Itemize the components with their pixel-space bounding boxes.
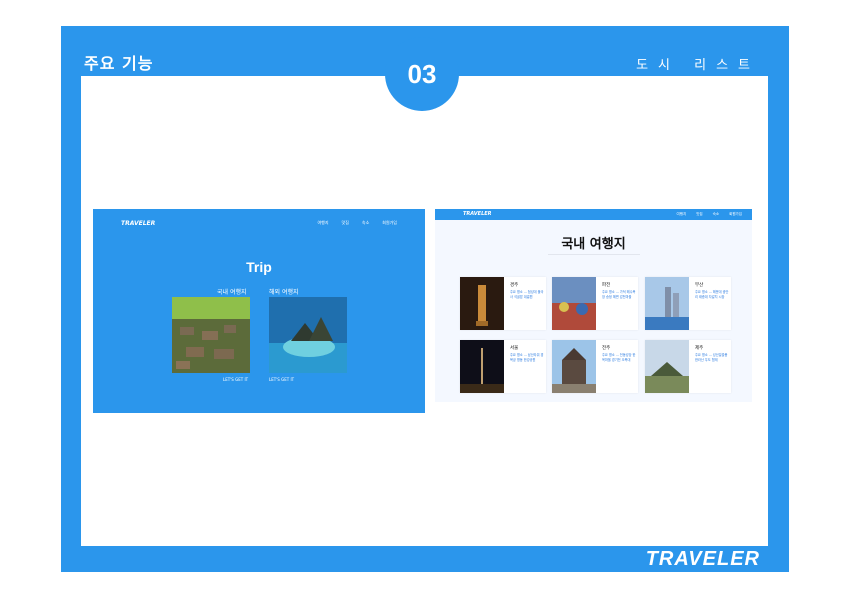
city-photo: [460, 340, 504, 393]
city-photo: [460, 277, 504, 330]
city-name: 서울: [510, 346, 519, 351]
left-title: Trip: [246, 259, 272, 275]
city-card[interactable]: 전주 주요 명소 ... 전동성당 한옥마을 경기전 오목대: [552, 340, 638, 393]
right-logo: TRAVELER: [463, 211, 492, 217]
right-screenshot: TRAVELER 여행지 맛집 숙소 회원가입 국내 여행지 경주 주요 명소 …: [435, 209, 752, 402]
village-photo[interactable]: [172, 297, 250, 373]
city-desc: 주요 명소 ... 성산일출봉 한라산 우도 협재: [695, 353, 728, 362]
left-card-link[interactable]: LET'S GET IT: [223, 377, 248, 382]
city-desc: 주요 명소 ... 남산타워 경복궁 명동 한강공원: [510, 353, 544, 362]
left-nav: 여행지 맛집 숙소 회원가입: [317, 220, 397, 226]
city-name: 부산: [695, 283, 704, 288]
city-name: 파전: [602, 283, 611, 288]
city-name: 전주: [602, 346, 611, 351]
city-name: 제주: [695, 346, 704, 351]
city-name: 경주: [510, 283, 519, 288]
slide-subtitle: 도시 리스트: [636, 58, 760, 73]
city-desc: 주요 명소 ... 해운대 광안리 태종대 자갈치 시장: [695, 290, 729, 299]
left-nav-item[interactable]: 숙소: [362, 220, 369, 226]
city-photo: [552, 277, 596, 330]
left-nav-item[interactable]: 맛집: [342, 220, 349, 226]
section-title: 주요 기능: [84, 54, 154, 73]
city-desc: 주요 명소 ... 첨성대 불국사 석굴암 대릉원: [510, 290, 544, 299]
city-photo: [552, 340, 596, 393]
right-title: 국내 여행지: [561, 237, 626, 252]
brand-logo: TRAVELER: [645, 548, 760, 570]
city-photo: [645, 277, 689, 330]
right-nav-item[interactable]: 맛집: [696, 212, 702, 217]
right-nav-item[interactable]: 숙소: [713, 212, 719, 217]
city-card[interactable]: 서울 주요 명소 ... 남산타워 경복궁 명동 한강공원: [460, 340, 546, 393]
city-desc: 주요 명소 ... 전동성당 한옥마을 경기전 오목대: [602, 353, 636, 362]
left-card-link[interactable]: LET'S GET IT: [269, 377, 294, 382]
city-photo: [645, 340, 689, 393]
city-card[interactable]: 제주 주요 명소 ... 성산일출봉 한라산 우도 협재: [645, 340, 731, 393]
city-desc: 주요 명소 ... 가덕 해수욕장 송정 해변 감천마을: [602, 290, 636, 299]
right-nav-item[interactable]: 회원가입: [729, 212, 742, 217]
city-card[interactable]: 부산 주요 명소 ... 해운대 광안리 태종대 자갈치 시장: [645, 277, 731, 330]
island-photo[interactable]: [269, 297, 347, 373]
right-nav-item[interactable]: 여행지: [677, 212, 687, 217]
left-nav-item[interactable]: 여행지: [317, 220, 328, 226]
city-card[interactable]: 경주 주요 명소 ... 첨성대 불국사 석굴암 대릉원: [460, 277, 546, 330]
left-logo: TRAVELER: [121, 220, 156, 227]
title-divider: [548, 254, 640, 255]
left-nav-item[interactable]: 회원가입: [382, 220, 397, 226]
page-number-badge: 03: [385, 37, 459, 111]
left-card-caption: 국내 여행지: [217, 289, 247, 296]
city-card[interactable]: 파전 주요 명소 ... 가덕 해수욕장 송정 해변 감천마을: [552, 277, 638, 330]
left-card-caption: 해외 여행지: [269, 289, 299, 296]
right-nav: 여행지 맛집 숙소 회원가입: [677, 212, 742, 217]
left-screenshot: TRAVELER 여행지 맛집 숙소 회원가입 Trip 국내 여행지 해외 여…: [93, 209, 425, 413]
